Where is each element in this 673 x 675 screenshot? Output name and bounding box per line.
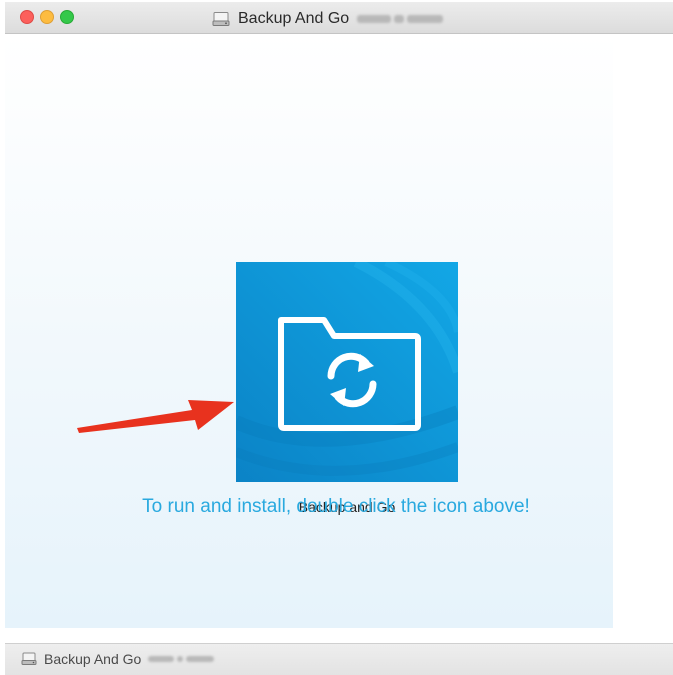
installer-window: Backup And Go Backup and Go To run and i…	[0, 0, 673, 675]
window-title-group: Backup And Go	[212, 9, 444, 29]
disk-icon	[212, 12, 230, 26]
close-button[interactable]	[20, 10, 34, 24]
blurred-version-text	[148, 656, 215, 662]
blurred-version-text	[357, 15, 444, 23]
title-bar[interactable]: Backup And Go	[5, 2, 673, 34]
folder-sync-icon	[236, 262, 458, 482]
window-margin	[613, 34, 673, 628]
app-icon[interactable]	[236, 262, 458, 482]
red-arrow-icon	[77, 400, 234, 433]
status-bar: Backup And Go	[5, 643, 673, 675]
maximize-button[interactable]	[60, 10, 74, 24]
minimize-button[interactable]	[40, 10, 54, 24]
disk-icon	[21, 652, 37, 665]
status-group: Backup And Go	[21, 651, 215, 667]
install-instruction: To run and install, double click the ico…	[142, 496, 530, 517]
window-title: Backup And Go	[238, 10, 350, 27]
status-title: Backup And Go	[44, 651, 142, 667]
installer-content: Backup and Go	[5, 34, 613, 628]
